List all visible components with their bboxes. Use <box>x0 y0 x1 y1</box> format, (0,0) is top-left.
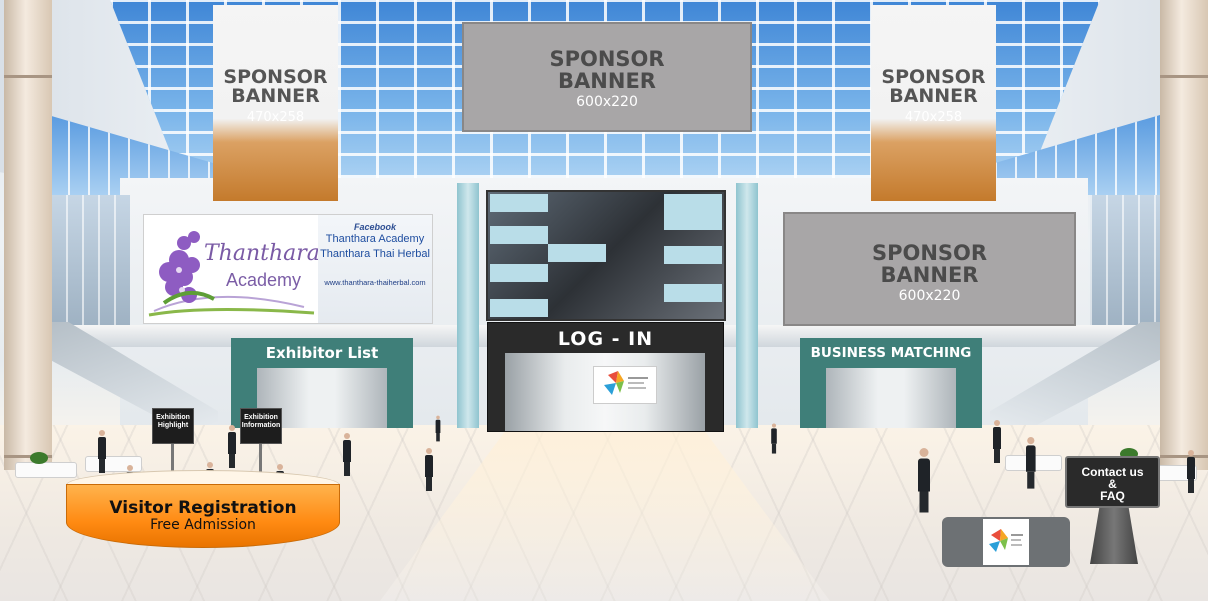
booth-pillar <box>956 366 982 428</box>
academy-logo-sub: Academy <box>226 270 302 290</box>
glass-column-left <box>457 183 479 428</box>
visitor-registration-desk[interactable]: Visitor Registration Free Admission <box>66 462 340 548</box>
visitor-figure <box>435 415 441 442</box>
visitor-figure <box>425 448 433 491</box>
login-label: LOG - IN <box>557 328 654 350</box>
banner-size: 600x220 <box>576 94 638 110</box>
faq-label: FAQ <box>1100 489 1125 503</box>
visitor-figure <box>771 423 777 454</box>
academy-contact-panel: Facebook Thanthara Academy Thanthara Tha… <box>318 215 432 323</box>
event-logo-icon <box>983 519 1029 565</box>
sign-text-line: Information <box>241 422 281 429</box>
exhibition-information-sign[interactable]: Exhibition Information <box>240 408 282 444</box>
banner-title-line1: SPONSOR <box>871 241 988 265</box>
contact-faq-kiosk[interactable]: Contact us & FAQ <box>1065 456 1160 508</box>
video-tile <box>490 264 548 282</box>
sign-text-line: Exhibition <box>244 414 278 421</box>
video-wall[interactable] <box>486 190 726 321</box>
event-logo-panel[interactable] <box>942 517 1070 567</box>
academy-website-url[interactable]: www.thanthara-thaiherbal.com <box>318 278 432 287</box>
banner-title-line2: BANNER <box>558 69 656 93</box>
booth-interior <box>826 368 956 428</box>
login-doorway <box>505 353 705 431</box>
visitor-registration-label: Visitor Registration <box>109 498 297 518</box>
video-tile <box>664 194 722 212</box>
plant-decor <box>30 452 48 464</box>
visitor-figure <box>1026 437 1036 489</box>
banner-size: 470x258 <box>904 110 963 125</box>
registration-desk-front: Visitor Registration Free Admission <box>66 484 340 548</box>
video-tile <box>490 299 548 317</box>
video-tile <box>664 284 722 302</box>
video-tile <box>664 212 722 230</box>
event-logo-screen <box>593 366 657 404</box>
sponsor-banner-top-right[interactable]: SPONSOR BANNER 470x258 <box>871 5 996 201</box>
banner-size: 600x220 <box>898 288 961 304</box>
video-tile <box>490 194 548 212</box>
facebook-label: Facebook <box>353 222 396 232</box>
banner-title-line1: SPONSOR <box>549 47 665 71</box>
glass-column-right <box>736 183 758 428</box>
flower-logo-icon: Thanthara Academy <box>144 215 320 323</box>
sponsor-banner-right-wall[interactable]: SPONSOR BANNER 600x220 <box>783 212 1076 326</box>
booth-pillar <box>800 366 826 428</box>
exhibition-highlight-sign[interactable]: Exhibition Highlight <box>152 408 194 444</box>
free-admission-label: Free Admission <box>150 517 256 533</box>
visitor-figure <box>228 425 236 468</box>
login-gate[interactable]: LOG - IN <box>487 322 724 432</box>
pillar-left <box>4 0 52 470</box>
window-city-view-left <box>50 195 130 325</box>
visitor-figure <box>918 448 930 513</box>
facebook-page-name: Thanthara Thai Herbal <box>320 248 430 260</box>
business-matching-booth[interactable]: BUSINESS MATCHING <box>800 338 982 428</box>
visitor-figure <box>98 430 106 473</box>
booth-pillar <box>387 366 413 428</box>
sponsor-banner-top-left[interactable]: SPONSOR BANNER 470x258 <box>213 5 338 201</box>
academy-billboard[interactable]: Thanthara Academy Facebook Thanthara Aca… <box>143 214 433 324</box>
visitor-figure <box>1187 450 1195 493</box>
video-tile <box>548 244 606 262</box>
exhibitor-list-label: Exhibitor List <box>231 338 413 368</box>
facebook-page-name: Thanthara Academy <box>325 233 425 245</box>
virtual-exhibition-lobby: SPONSOR BANNER 470x258 SPONSOR BANNER 600x… <box>0 0 1208 601</box>
banner-title-line2: BANNER <box>889 85 978 107</box>
video-tile <box>664 246 722 264</box>
banner-title-line2: BANNER <box>880 263 979 287</box>
banner-title-line2: BANNER <box>231 85 320 107</box>
banner-size: 470x258 <box>246 110 305 125</box>
visitor-figure <box>993 420 1001 463</box>
academy-logo-word: Thanthara <box>204 241 320 266</box>
window-city-view-right <box>1090 195 1165 325</box>
sign-text-line: Highlight <box>157 422 189 429</box>
video-tile <box>490 226 548 244</box>
business-matching-label: BUSINESS MATCHING <box>800 338 982 368</box>
sponsor-banner-top-center[interactable]: SPONSOR BANNER 600x220 <box>462 22 752 132</box>
sign-text-line: Exhibition <box>156 414 190 421</box>
visitor-figure <box>343 433 351 476</box>
pillar-right <box>1160 0 1208 470</box>
